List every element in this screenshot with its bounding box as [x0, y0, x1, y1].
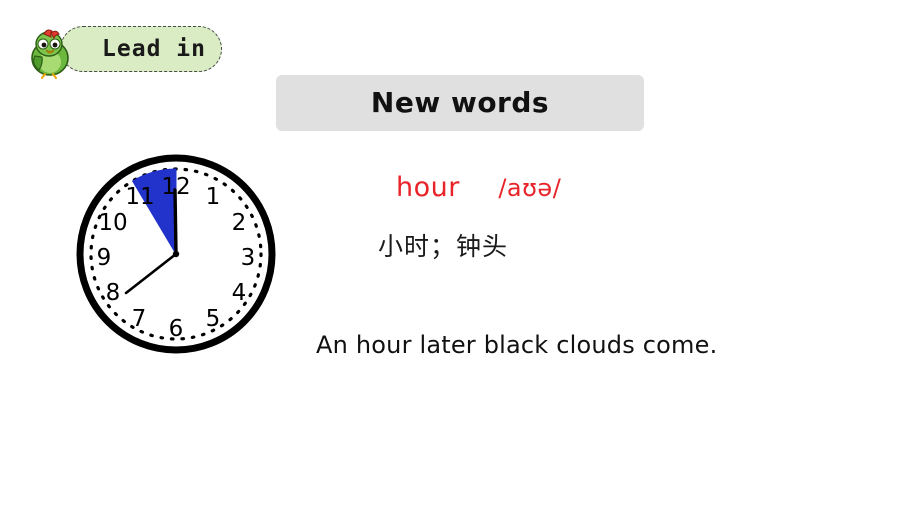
clock-numeral-6: 6 [169, 316, 184, 342]
page-title: New words [370, 86, 550, 119]
clock-numeral-10: 10 [98, 210, 127, 236]
clock-hour-hand [173, 188, 178, 256]
vocabulary-word: hour [396, 172, 460, 203]
parrot-mascot-icon [31, 29, 69, 79]
vocabulary-phonetic: /aʊə/ [498, 174, 562, 202]
clock-numeral-2: 2 [232, 210, 247, 236]
clock-numeral-1: 1 [206, 184, 221, 210]
clock-numeral-9: 9 [97, 245, 112, 271]
clock-numeral-8: 8 [106, 280, 121, 306]
new-words-heading-box: New words [276, 75, 644, 131]
clock-numeral-7: 7 [132, 306, 147, 332]
analog-clock-illustration: 12 1 2 3 4 5 6 7 8 9 10 11 [76, 154, 276, 354]
lead-in-badge: Lead in [22, 26, 222, 79]
example-sentence: An hour later black clouds come. [316, 331, 718, 359]
clock-numeral-5: 5 [206, 306, 221, 332]
lead-in-label: Lead in [102, 36, 206, 62]
clock-center-pin [172, 250, 180, 258]
clock-numeral-4: 4 [232, 280, 247, 306]
vocabulary-word-row: hour /aʊə/ [396, 172, 561, 206]
vocabulary-translation: 小时；钟头 [378, 232, 509, 261]
clock-numeral-3: 3 [241, 245, 256, 271]
clock-numeral-11: 11 [125, 184, 154, 210]
